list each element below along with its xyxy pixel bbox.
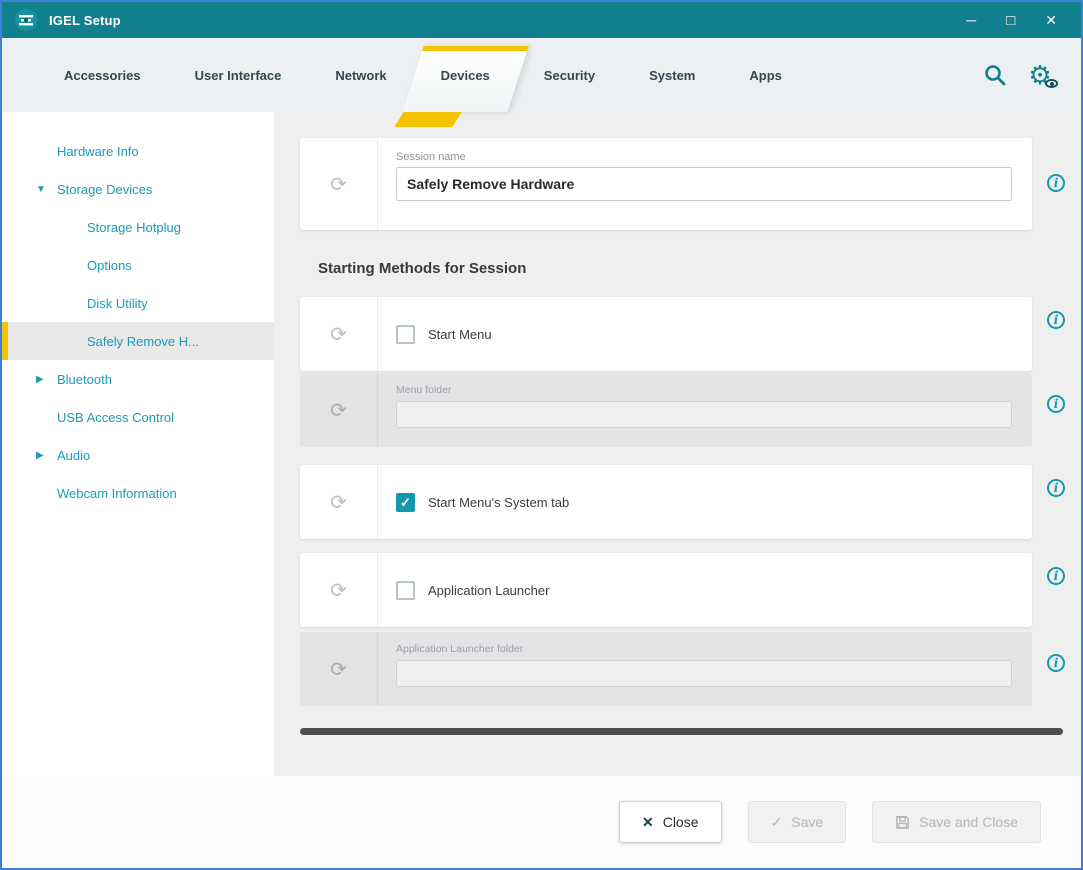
sidebar-item-bluetooth[interactable]: ▶ Bluetooth [2, 360, 274, 398]
tab-accessories[interactable]: Accessories [60, 38, 145, 112]
info-icon[interactable]: i [1047, 311, 1065, 329]
tab-network[interactable]: Network [331, 38, 390, 112]
close-icon: ✕ [642, 814, 654, 831]
tab-apps[interactable]: Apps [745, 38, 786, 112]
start-menu-card: ⟳ Start Menu [300, 297, 1032, 371]
start-menu-checkbox[interactable] [396, 325, 415, 344]
footer-bar: ✕ Close ✓ Save Save and Close [2, 776, 1081, 868]
sidebar-item-storage-devices[interactable]: ▼ Storage Devices [2, 170, 274, 208]
gear-eye-icon[interactable]: ⚙ [1025, 60, 1055, 90]
start-menu-row: ⟳ Start Menu i [300, 297, 1067, 371]
minimize-button[interactable]: ─ [966, 13, 976, 27]
chevron-right-icon[interactable]: ▶ [36, 374, 44, 385]
system-tab-row: ⟳ ✓ Start Menu's System tab i [300, 465, 1067, 539]
reset-icon[interactable]: ⟳ [300, 297, 378, 371]
info-icon[interactable]: i [1047, 479, 1065, 497]
system-tab-card: ⟳ ✓ Start Menu's System tab [300, 465, 1032, 539]
tab-bar: Accessories User Interface Network Devic… [2, 38, 1081, 112]
tabbar-icons: ⚙ [983, 38, 1055, 112]
content-layout: Hardware Info ▼ Storage Devices Storage … [2, 112, 1081, 776]
sidebar-item-disk-utility[interactable]: Disk Utility [2, 284, 274, 322]
sidebar-item-storage-hotplug[interactable]: Storage Hotplug [2, 208, 274, 246]
system-tab-checkbox[interactable]: ✓ [396, 493, 415, 512]
reset-icon[interactable]: ⟳ [300, 465, 378, 539]
save-and-close-button: Save and Close [872, 801, 1041, 843]
application-launcher-row: ⟳ Application Launcher i [300, 553, 1067, 627]
eye-icon [1045, 79, 1058, 88]
close-window-button[interactable]: ✕ [1045, 13, 1057, 27]
save-button: ✓ Save [748, 801, 847, 843]
check-icon: ✓ [400, 496, 411, 509]
application-launcher-checkbox[interactable] [396, 581, 415, 600]
sidebar-item-webcam-information[interactable]: Webcam Information [2, 474, 274, 512]
info-icon[interactable]: i [1047, 567, 1065, 585]
close-button[interactable]: ✕ Close [619, 801, 722, 843]
section-heading: Starting Methods for Session [318, 260, 1067, 277]
session-name-input[interactable] [396, 167, 1012, 201]
menu-folder-row: ⟳ Menu folder i [300, 373, 1067, 447]
window-controls: ─ □ ✕ [966, 13, 1069, 28]
menu-folder-card: ⟳ Menu folder [300, 373, 1032, 447]
title-bar: IGEL Setup ─ □ ✕ [2, 2, 1081, 38]
application-launcher-card: ⟳ Application Launcher [300, 553, 1032, 627]
menu-folder-label: Menu folder [396, 384, 1012, 396]
reset-icon: ⟳ [300, 373, 378, 447]
menu-folder-input [396, 401, 1012, 428]
system-tab-label: Start Menu's System tab [428, 495, 569, 510]
application-launcher-label: Application Launcher [428, 583, 549, 598]
window-title: IGEL Setup [49, 13, 121, 28]
session-name-card: ⟳ Session name [300, 138, 1032, 230]
reset-icon[interactable]: ⟳ [300, 553, 378, 627]
reset-icon[interactable]: ⟳ [300, 138, 378, 230]
sidebar-item-usb-access-control[interactable]: USB Access Control [2, 398, 274, 436]
tab-system[interactable]: System [645, 38, 699, 112]
sidebar-item-safely-remove-hardware[interactable]: Safely Remove H... [2, 322, 274, 360]
app-window: { "window": { "title": "IGEL Setup", "co… [0, 0, 1083, 870]
reset-icon: ⟳ [300, 632, 378, 706]
chevron-down-icon[interactable]: ▼ [36, 184, 46, 195]
application-launcher-folder-input [396, 660, 1012, 687]
info-icon[interactable]: i [1047, 395, 1065, 413]
start-menu-label: Start Menu [428, 327, 492, 342]
tab-devices[interactable]: Devices [437, 38, 494, 112]
session-name-label: Session name [396, 151, 1012, 163]
check-icon: ✓ [771, 814, 783, 831]
horizontal-scrollbar[interactable] [300, 728, 1063, 735]
application-launcher-folder-row: ⟳ Application Launcher folder i [300, 632, 1067, 706]
igel-logo-icon [14, 8, 38, 32]
floppy-disk-icon [895, 815, 910, 830]
sidebar-item-audio[interactable]: ▶ Audio [2, 436, 274, 474]
settings-panel: ⟳ Session name i Starting Methods for Se… [274, 112, 1081, 776]
chevron-right-icon[interactable]: ▶ [36, 450, 44, 461]
info-icon[interactable]: i [1047, 654, 1065, 672]
application-launcher-folder-label: Application Launcher folder [396, 643, 1012, 655]
maximize-button[interactable]: □ [1006, 13, 1015, 28]
session-name-row: ⟳ Session name i [300, 138, 1067, 230]
sidebar-item-options[interactable]: Options [2, 246, 274, 284]
tab-user-interface[interactable]: User Interface [191, 38, 286, 112]
info-icon[interactable]: i [1047, 174, 1065, 192]
tab-security[interactable]: Security [540, 38, 599, 112]
sidebar-nav: Hardware Info ▼ Storage Devices Storage … [2, 112, 274, 776]
sidebar-item-hardware-info[interactable]: Hardware Info [2, 132, 274, 170]
search-icon[interactable] [983, 63, 1007, 87]
application-launcher-folder-card: ⟳ Application Launcher folder [300, 632, 1032, 706]
